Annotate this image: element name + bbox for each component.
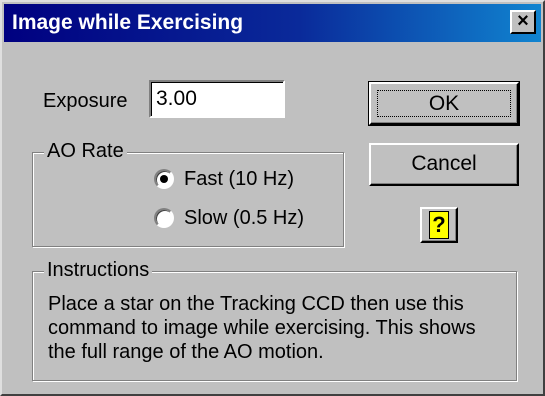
ok-button-label: OK <box>377 90 511 117</box>
close-button[interactable]: × <box>510 10 536 34</box>
instructions-line: the full range of the AO motion. <box>48 341 324 363</box>
cancel-button[interactable]: Cancel <box>369 143 519 186</box>
instructions-line: command to image while exercising. This … <box>48 317 476 339</box>
dialog-window: Image while Exercising × Exposure 3.00 O… <box>0 0 545 396</box>
instructions-line: Place a star on the Tracking CCD then us… <box>48 293 464 315</box>
help-icon: ? <box>429 211 449 239</box>
radio-fast-label[interactable]: Fast (10 Hz) <box>184 168 294 191</box>
instructions-legend: Instructions <box>44 259 153 282</box>
title-bar[interactable]: Image while Exercising × <box>4 4 541 42</box>
radio-slow[interactable] <box>154 208 174 228</box>
window-title: Image while Exercising <box>12 11 244 34</box>
help-button[interactable]: ? <box>420 207 458 243</box>
close-icon: × <box>517 10 529 32</box>
instructions-text: Place a star on the Tracking CCD then us… <box>48 292 508 364</box>
radio-fast[interactable] <box>154 169 174 189</box>
radio-selected-dot <box>160 175 168 183</box>
exposure-label: Exposure <box>43 90 128 112</box>
ao-rate-legend: AO Rate <box>44 140 127 163</box>
exposure-input[interactable]: 3.00 <box>149 80 285 118</box>
ok-button[interactable]: OK <box>368 81 520 126</box>
radio-slow-label[interactable]: Slow (0.5 Hz) <box>184 207 304 230</box>
ao-rate-group <box>32 152 344 247</box>
